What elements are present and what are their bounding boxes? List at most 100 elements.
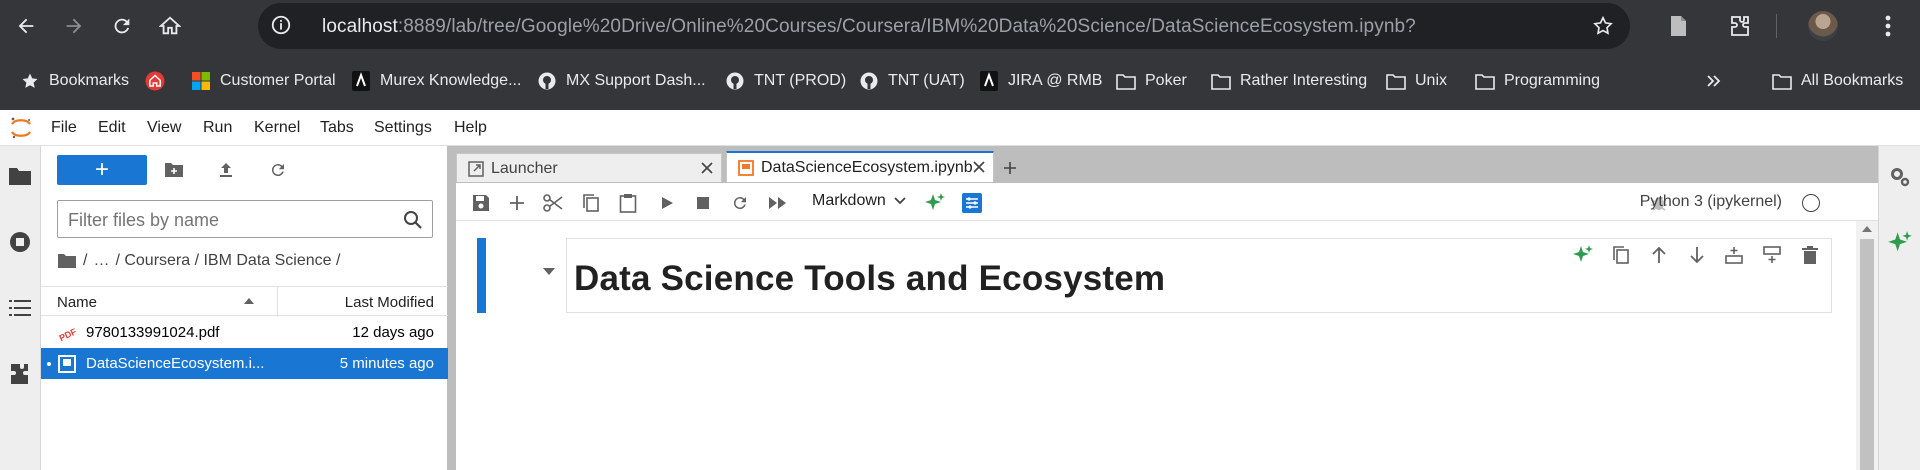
ai-sparkle-icon[interactable] (1887, 230, 1913, 256)
bookmark-home-badge[interactable] (145, 70, 174, 92)
restart-kernel-icon[interactable] (729, 192, 751, 214)
site-info-icon[interactable] (270, 14, 292, 36)
save-icon[interactable] (470, 192, 492, 214)
extension-manager-icon[interactable] (6, 360, 34, 388)
new-folder-icon[interactable] (162, 158, 186, 182)
running-sessions-icon[interactable] (6, 228, 34, 256)
new-launcher-button[interactable]: + (57, 155, 147, 185)
cut-icon[interactable] (542, 192, 564, 214)
interrupt-kernel-icon[interactable] (692, 192, 714, 214)
folder-icon (1386, 71, 1406, 91)
bookmark-customer-portal[interactable]: Customer Portal (191, 70, 336, 92)
scroll-up-arrow-icon[interactable] (1862, 225, 1872, 232)
kernel-status-idle-icon (1802, 194, 1820, 212)
bookmark-bookmarks[interactable]: Bookmarks (20, 70, 129, 92)
scrollbar-thumb[interactable] (1860, 239, 1874, 470)
file-browser-tab-icon[interactable] (6, 162, 34, 190)
close-icon[interactable] (971, 159, 987, 175)
menu-help[interactable]: Help (454, 119, 487, 137)
bookmark-folder-unix[interactable]: Unix (1386, 70, 1447, 92)
bookmark-label: Poker (1145, 72, 1187, 89)
menu-tabs[interactable]: Tabs (320, 119, 354, 137)
column-last-modified[interactable]: Last Modified (345, 294, 434, 311)
move-cell-down-icon[interactable] (1685, 243, 1709, 267)
menu-run[interactable]: Run (203, 119, 232, 137)
insert-cell-above-icon[interactable] (1722, 243, 1746, 267)
column-divider[interactable] (277, 287, 278, 317)
murex-icon (979, 71, 999, 91)
bookmark-folder-rather-interesting[interactable]: Rather Interesting (1211, 70, 1367, 92)
pdf-file-icon: PDF (58, 324, 76, 342)
file-row[interactable]: PDF 9780133991024.pdf 12 days ago (41, 317, 448, 348)
home-button[interactable] (154, 10, 186, 42)
bookmark-tnt-prod[interactable]: TNT (PROD) (725, 70, 846, 92)
bookmarks-overflow-button[interactable] (1704, 70, 1733, 92)
column-name[interactable]: Name (57, 294, 97, 311)
property-inspector-gears-icon[interactable] (1889, 166, 1911, 188)
table-of-contents-icon[interactable] (6, 294, 34, 322)
menu-edit[interactable]: Edit (98, 119, 126, 137)
toolbar-divider (1776, 14, 1777, 38)
breadcrumb-root[interactable]: / (83, 252, 87, 270)
reading-mode-icon[interactable] (1662, 10, 1694, 42)
chrome-menu-icon[interactable] (1872, 10, 1904, 42)
arrow-right-icon (66, 18, 82, 34)
bookmark-all-bookmarks[interactable]: All Bookmarks (1772, 70, 1903, 92)
tab-datascienceecosystem[interactable]: DataScienceEcosystem.ipynb (726, 151, 994, 182)
property-inspector-icon[interactable] (961, 192, 983, 214)
caret-down-icon[interactable] (542, 267, 556, 276)
reload-button[interactable] (106, 10, 138, 42)
notebook-toolbar: Markdown Python 3 (ipykernel) (456, 183, 1878, 221)
upload-icon[interactable] (214, 158, 238, 182)
add-tab-button[interactable] (996, 153, 1024, 182)
root-folder-icon[interactable] (57, 253, 77, 269)
bookmark-jira-rmb[interactable]: JIRA @ RMB (979, 70, 1102, 92)
ai-sparkle-icon[interactable] (924, 192, 946, 214)
bookmark-folder-programming[interactable]: Programming (1475, 70, 1600, 92)
address-bar[interactable]: localhost:8889/lab/tree/Google%20Drive/O… (258, 3, 1630, 49)
paste-icon[interactable] (617, 192, 639, 214)
tab-launcher[interactable]: Launcher (456, 153, 722, 182)
search-icon (403, 210, 423, 230)
file-row[interactable]: DataScienceEcosystem.i... 5 minutes ago (41, 348, 448, 379)
ai-sparkle-icon[interactable] (1571, 243, 1595, 267)
run-cell-icon[interactable] (656, 192, 678, 214)
restart-run-all-icon[interactable] (767, 192, 789, 214)
right-sidebar-rail (1878, 146, 1920, 470)
breadcrumb-ellipsis[interactable]: … (93, 252, 109, 270)
refresh-icon[interactable] (266, 158, 290, 182)
move-cell-up-icon[interactable] (1647, 243, 1671, 267)
bookmark-star-icon[interactable] (1592, 15, 1614, 37)
profile-avatar[interactable] (1808, 11, 1838, 41)
filter-files-field[interactable] (57, 200, 433, 238)
cell-type-select[interactable]: Markdown (812, 192, 906, 210)
menu-kernel[interactable]: Kernel (254, 119, 300, 137)
menu-settings[interactable]: Settings (374, 119, 432, 137)
menu-view[interactable]: View (147, 119, 181, 137)
delete-cell-icon[interactable] (1798, 243, 1822, 267)
bookmark-folder-poker[interactable]: Poker (1116, 70, 1187, 92)
bookmark-label: All Bookmarks (1801, 72, 1904, 89)
insert-cell-below-icon[interactable] (1760, 243, 1784, 267)
copy-icon[interactable] (580, 192, 602, 214)
forward-button[interactable] (58, 10, 90, 42)
cell-collapser[interactable] (477, 238, 486, 313)
insert-cell-icon[interactable] (506, 192, 528, 214)
notebook-scrollbar[interactable] (1856, 221, 1878, 470)
cell-heading: Data Science Tools and Ecosystem (574, 259, 1166, 298)
menu-file[interactable]: File (51, 119, 77, 137)
jupyter-menubar: File Edit View Run Kernel Tabs Settings … (0, 110, 1920, 146)
bookmark-label: TNT (PROD) (754, 72, 847, 89)
bookmark-murex-knowledge[interactable]: Murex Knowledge... (351, 70, 521, 92)
duplicate-cell-icon[interactable] (1609, 243, 1633, 267)
kernel-name[interactable]: Python 3 (ipykernel) (1640, 193, 1782, 211)
close-icon[interactable] (699, 160, 715, 176)
bookmark-tnt-uat[interactable]: TNT (UAT) (859, 70, 965, 92)
breadcrumb-path[interactable]: / Coursera / IBM Data Science / (115, 252, 340, 270)
back-button[interactable] (10, 10, 42, 42)
bookmark-mx-support-dash[interactable]: MX Support Dash... (537, 70, 706, 92)
bookmark-label: Unix (1415, 72, 1448, 89)
filter-files-input[interactable] (68, 208, 388, 232)
extensions-icon[interactable] (1724, 10, 1756, 42)
url-text[interactable]: localhost:8889/lab/tree/Google%20Drive/O… (322, 16, 1416, 38)
